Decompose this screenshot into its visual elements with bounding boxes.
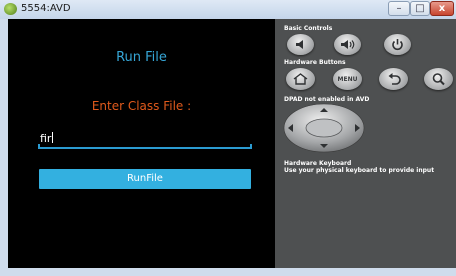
close-button[interactable]: x bbox=[430, 1, 454, 16]
keyboard-hint-text: Use your physical keyboard to provide in… bbox=[284, 167, 435, 174]
class-file-label: Enter Class File : bbox=[91, 99, 192, 113]
input-value-text: fir bbox=[40, 132, 52, 145]
search-button[interactable] bbox=[424, 68, 453, 90]
volume-up-icon bbox=[341, 40, 355, 49]
input-value: fir bbox=[40, 132, 54, 145]
dpad-label: DPAD not enabled in AVD bbox=[284, 96, 370, 103]
home-button[interactable] bbox=[286, 68, 315, 90]
minimize-icon: – bbox=[396, 3, 402, 14]
power-button[interactable] bbox=[384, 34, 411, 55]
app-icon bbox=[4, 3, 17, 15]
emulator-screen: Run File Enter Class File : fir RunFile bbox=[8, 19, 275, 268]
class-file-input[interactable]: fir bbox=[38, 132, 252, 149]
volume-up-button[interactable] bbox=[334, 34, 361, 55]
page-title: Run File bbox=[116, 50, 167, 65]
window-title: 5554:AVD bbox=[21, 3, 71, 14]
hardware-buttons-label: Hardware Buttons bbox=[284, 59, 346, 66]
close-icon: x bbox=[438, 3, 446, 14]
volume-down-button[interactable] bbox=[287, 34, 314, 55]
window-frame-left bbox=[0, 19, 8, 276]
menu-button[interactable]: MENU bbox=[333, 68, 362, 90]
window-titlebar: 5554:AVD – □ x bbox=[0, 0, 456, 20]
input-underline bbox=[38, 144, 252, 149]
back-icon bbox=[388, 73, 401, 85]
maximize-button[interactable]: □ bbox=[410, 1, 430, 16]
menu-button-label: MENU bbox=[337, 76, 358, 83]
home-icon bbox=[293, 73, 308, 85]
back-button[interactable] bbox=[379, 68, 408, 90]
run-file-button[interactable]: RunFile bbox=[39, 169, 251, 189]
maximize-icon: □ bbox=[415, 3, 425, 14]
keyboard-hint: Hardware Keyboard Use your physical keyb… bbox=[284, 160, 434, 174]
power-icon bbox=[392, 39, 403, 51]
text-caret bbox=[52, 132, 54, 143]
dpad-control[interactable] bbox=[282, 103, 366, 153]
volume-down-icon bbox=[296, 40, 303, 49]
emulator-controls-panel: Basic Controls Hardware Buttons MENU DPA… bbox=[275, 19, 456, 268]
keyboard-hint-title: Hardware Keyboard bbox=[284, 160, 352, 167]
window-frame-bottom bbox=[0, 268, 456, 276]
search-icon bbox=[432, 73, 445, 86]
minimize-button[interactable]: – bbox=[388, 1, 410, 16]
basic-controls-label: Basic Controls bbox=[284, 25, 333, 32]
